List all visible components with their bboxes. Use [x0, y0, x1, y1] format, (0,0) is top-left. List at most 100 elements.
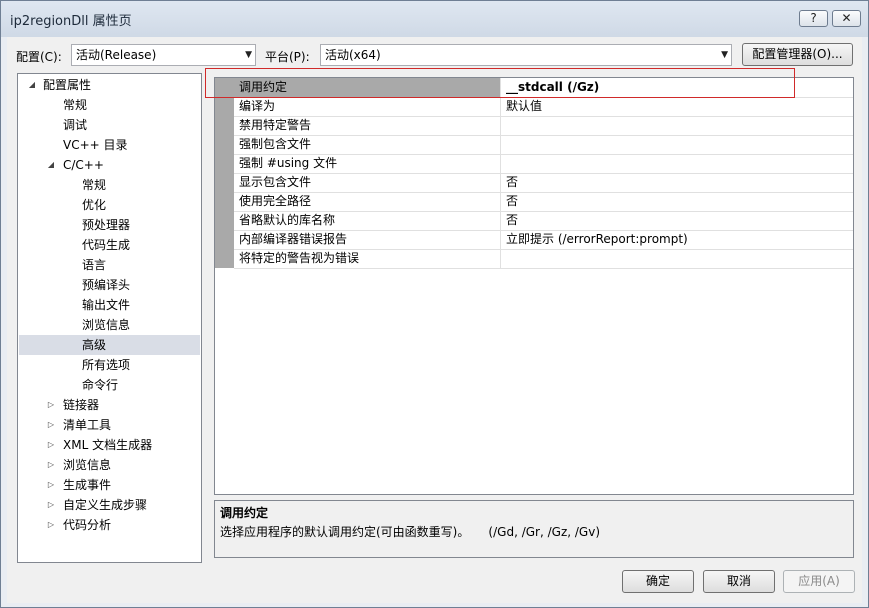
tree-item[interactable]: VC++ 目录: [19, 135, 200, 155]
tree-item[interactable]: 常规: [19, 175, 200, 195]
tree-item[interactable]: 预处理器: [19, 215, 200, 235]
property-value[interactable]: 否: [506, 211, 518, 230]
tree-item-label: 浏览信息: [63, 458, 112, 472]
property-tree[interactable]: ◢ 配置属性 常规 调试 VC++ 目录 ◢ C/C++ 常规 优化 预处理器 代码生成 语言 预编译头…: [17, 73, 202, 563]
property-value[interactable]: 默认值: [506, 97, 542, 116]
expand-arrow-icon[interactable]: ▷: [46, 475, 56, 495]
close-button[interactable]: ✕: [832, 10, 861, 27]
tree-item[interactable]: ▷ 自定义生成步骤: [19, 495, 200, 515]
tree-item[interactable]: 浏览信息: [19, 315, 200, 335]
tree-item-label: 常规: [82, 178, 107, 192]
tree-item[interactable]: 所有选项: [19, 355, 200, 375]
property-name: 内部编译器错误报告: [239, 232, 348, 246]
grid-gutter: [215, 78, 234, 268]
expand-arrow-icon[interactable]: ▷: [46, 395, 56, 415]
config-manager-button[interactable]: 配置管理器(O)...: [742, 43, 853, 66]
expand-arrow-icon[interactable]: ▷: [46, 515, 56, 535]
tree-item[interactable]: ▷ 生成事件: [19, 475, 200, 495]
property-row[interactable]: 调用约定 __stdcall (/Gz): [234, 78, 853, 98]
tree-item-label: 高级: [82, 338, 107, 352]
property-name: 省略默认的库名称: [239, 213, 336, 227]
property-row[interactable]: 内部编译器错误报告 立即提示 (/errorReport:prompt): [234, 230, 853, 250]
help-button[interactable]: ?: [799, 10, 828, 27]
tree-item-label: 配置属性: [43, 78, 92, 92]
property-value[interactable]: 否: [506, 173, 518, 192]
tree-item-label: 调试: [63, 118, 88, 132]
property-name: 禁用特定警告: [239, 118, 312, 132]
tree-item-label: C/C++: [63, 158, 104, 172]
tree-item[interactable]: 预编译头: [19, 275, 200, 295]
tree-item-label: VC++ 目录: [63, 138, 128, 152]
tree-item[interactable]: 优化: [19, 195, 200, 215]
tree-item[interactable]: ▷ 代码分析: [19, 515, 200, 535]
property-name: 将特定的警告视为错误: [239, 251, 360, 265]
tree-item[interactable]: ◢ C/C++: [19, 155, 200, 175]
tree-item-label: 浏览信息: [82, 318, 131, 332]
platform-value: 活动(x64): [325, 48, 381, 62]
property-name: 强制 #using 文件: [239, 156, 338, 170]
tree-item[interactable]: 调试: [19, 115, 200, 135]
property-value[interactable]: __stdcall (/Gz): [506, 78, 599, 97]
tree-item-label: 代码分析: [63, 518, 112, 532]
title-bar: ip2regionDll 属性页 ? ✕: [1, 1, 868, 37]
column-divider: [500, 211, 501, 230]
column-divider: [500, 154, 501, 173]
column-divider: [500, 230, 501, 249]
property-value[interactable]: 立即提示 (/errorReport:prompt): [506, 230, 688, 249]
collapse-arrow-icon[interactable]: ◢: [27, 75, 37, 95]
expand-arrow-icon[interactable]: ▷: [46, 495, 56, 515]
tree-item-label: 命令行: [82, 378, 119, 392]
property-row[interactable]: 将特定的警告视为错误: [234, 249, 853, 269]
platform-dropdown[interactable]: 活动(x64) ▼: [320, 44, 732, 66]
property-name: 强制包含文件: [239, 137, 312, 151]
collapse-arrow-icon[interactable]: ◢: [46, 155, 56, 175]
column-divider: [500, 97, 501, 116]
property-row[interactable]: 编译为 默认值: [234, 97, 853, 117]
tree-item[interactable]: 常规: [19, 95, 200, 115]
tree-item[interactable]: 命令行: [19, 375, 200, 395]
tree-item-label: 预编译头: [82, 278, 131, 292]
tree-item[interactable]: ▷ 浏览信息: [19, 455, 200, 475]
tree-item[interactable]: ▷ 链接器: [19, 395, 200, 415]
apply-button[interactable]: 应用(A): [783, 570, 855, 593]
expand-arrow-icon[interactable]: ▷: [46, 455, 56, 475]
tree-item[interactable]: 语言: [19, 255, 200, 275]
tree-item-label: 清单工具: [63, 418, 112, 432]
tree-item[interactable]: 输出文件: [19, 295, 200, 315]
tree-item[interactable]: ▷ 清单工具: [19, 415, 200, 435]
column-divider: [500, 173, 501, 192]
property-name: 调用约定: [239, 80, 288, 94]
column-divider: [500, 249, 501, 268]
tree-item[interactable]: ▷ XML 文档生成器: [19, 435, 200, 455]
expand-arrow-icon[interactable]: ▷: [46, 415, 56, 435]
tree-item-label: 语言: [82, 258, 107, 272]
tree-item[interactable]: ◢ 配置属性: [19, 75, 200, 95]
column-divider: [500, 192, 501, 211]
property-name: 显示包含文件: [239, 175, 312, 189]
column-divider: [500, 78, 501, 97]
tree-item-label: 代码生成: [82, 238, 131, 252]
tree-item[interactable]: 高级: [19, 335, 200, 355]
chevron-down-icon: ▼: [721, 50, 728, 60]
tree-item-label: 优化: [82, 198, 107, 212]
tree-item-label: 预处理器: [82, 218, 131, 232]
tree-item[interactable]: 代码生成: [19, 235, 200, 255]
property-row[interactable]: 禁用特定警告: [234, 116, 853, 136]
expand-arrow-icon[interactable]: ▷: [46, 435, 56, 455]
ok-button[interactable]: 确定: [622, 570, 694, 593]
description-title: 调用约定: [220, 506, 269, 520]
property-row[interactable]: 强制 #using 文件: [234, 154, 853, 174]
config-label: 配置(C):: [16, 50, 62, 64]
config-dropdown[interactable]: 活动(Release) ▼: [71, 44, 256, 66]
property-row[interactable]: 使用完全路径 否: [234, 192, 853, 212]
cancel-button[interactable]: 取消: [703, 570, 775, 593]
property-name: 使用完全路径: [239, 194, 312, 208]
property-grid[interactable]: 调用约定 __stdcall (/Gz) 编译为 默认值 禁用特定警告 强制包含文件强制 …: [214, 77, 854, 495]
property-value[interactable]: 否: [506, 192, 518, 211]
property-row[interactable]: 省略默认的库名称 否: [234, 211, 853, 231]
property-pages-window: ip2regionDll 属性页 ? ✕ 配置(C): 活动(Release) …: [0, 0, 869, 608]
dialog-body: 配置(C): 活动(Release) ▼ 平台(P): 活动(x64) ▼ 配置…: [7, 37, 862, 603]
property-row[interactable]: 显示包含文件 否: [234, 173, 853, 193]
chevron-down-icon: ▼: [245, 50, 252, 60]
property-row[interactable]: 强制包含文件: [234, 135, 853, 155]
